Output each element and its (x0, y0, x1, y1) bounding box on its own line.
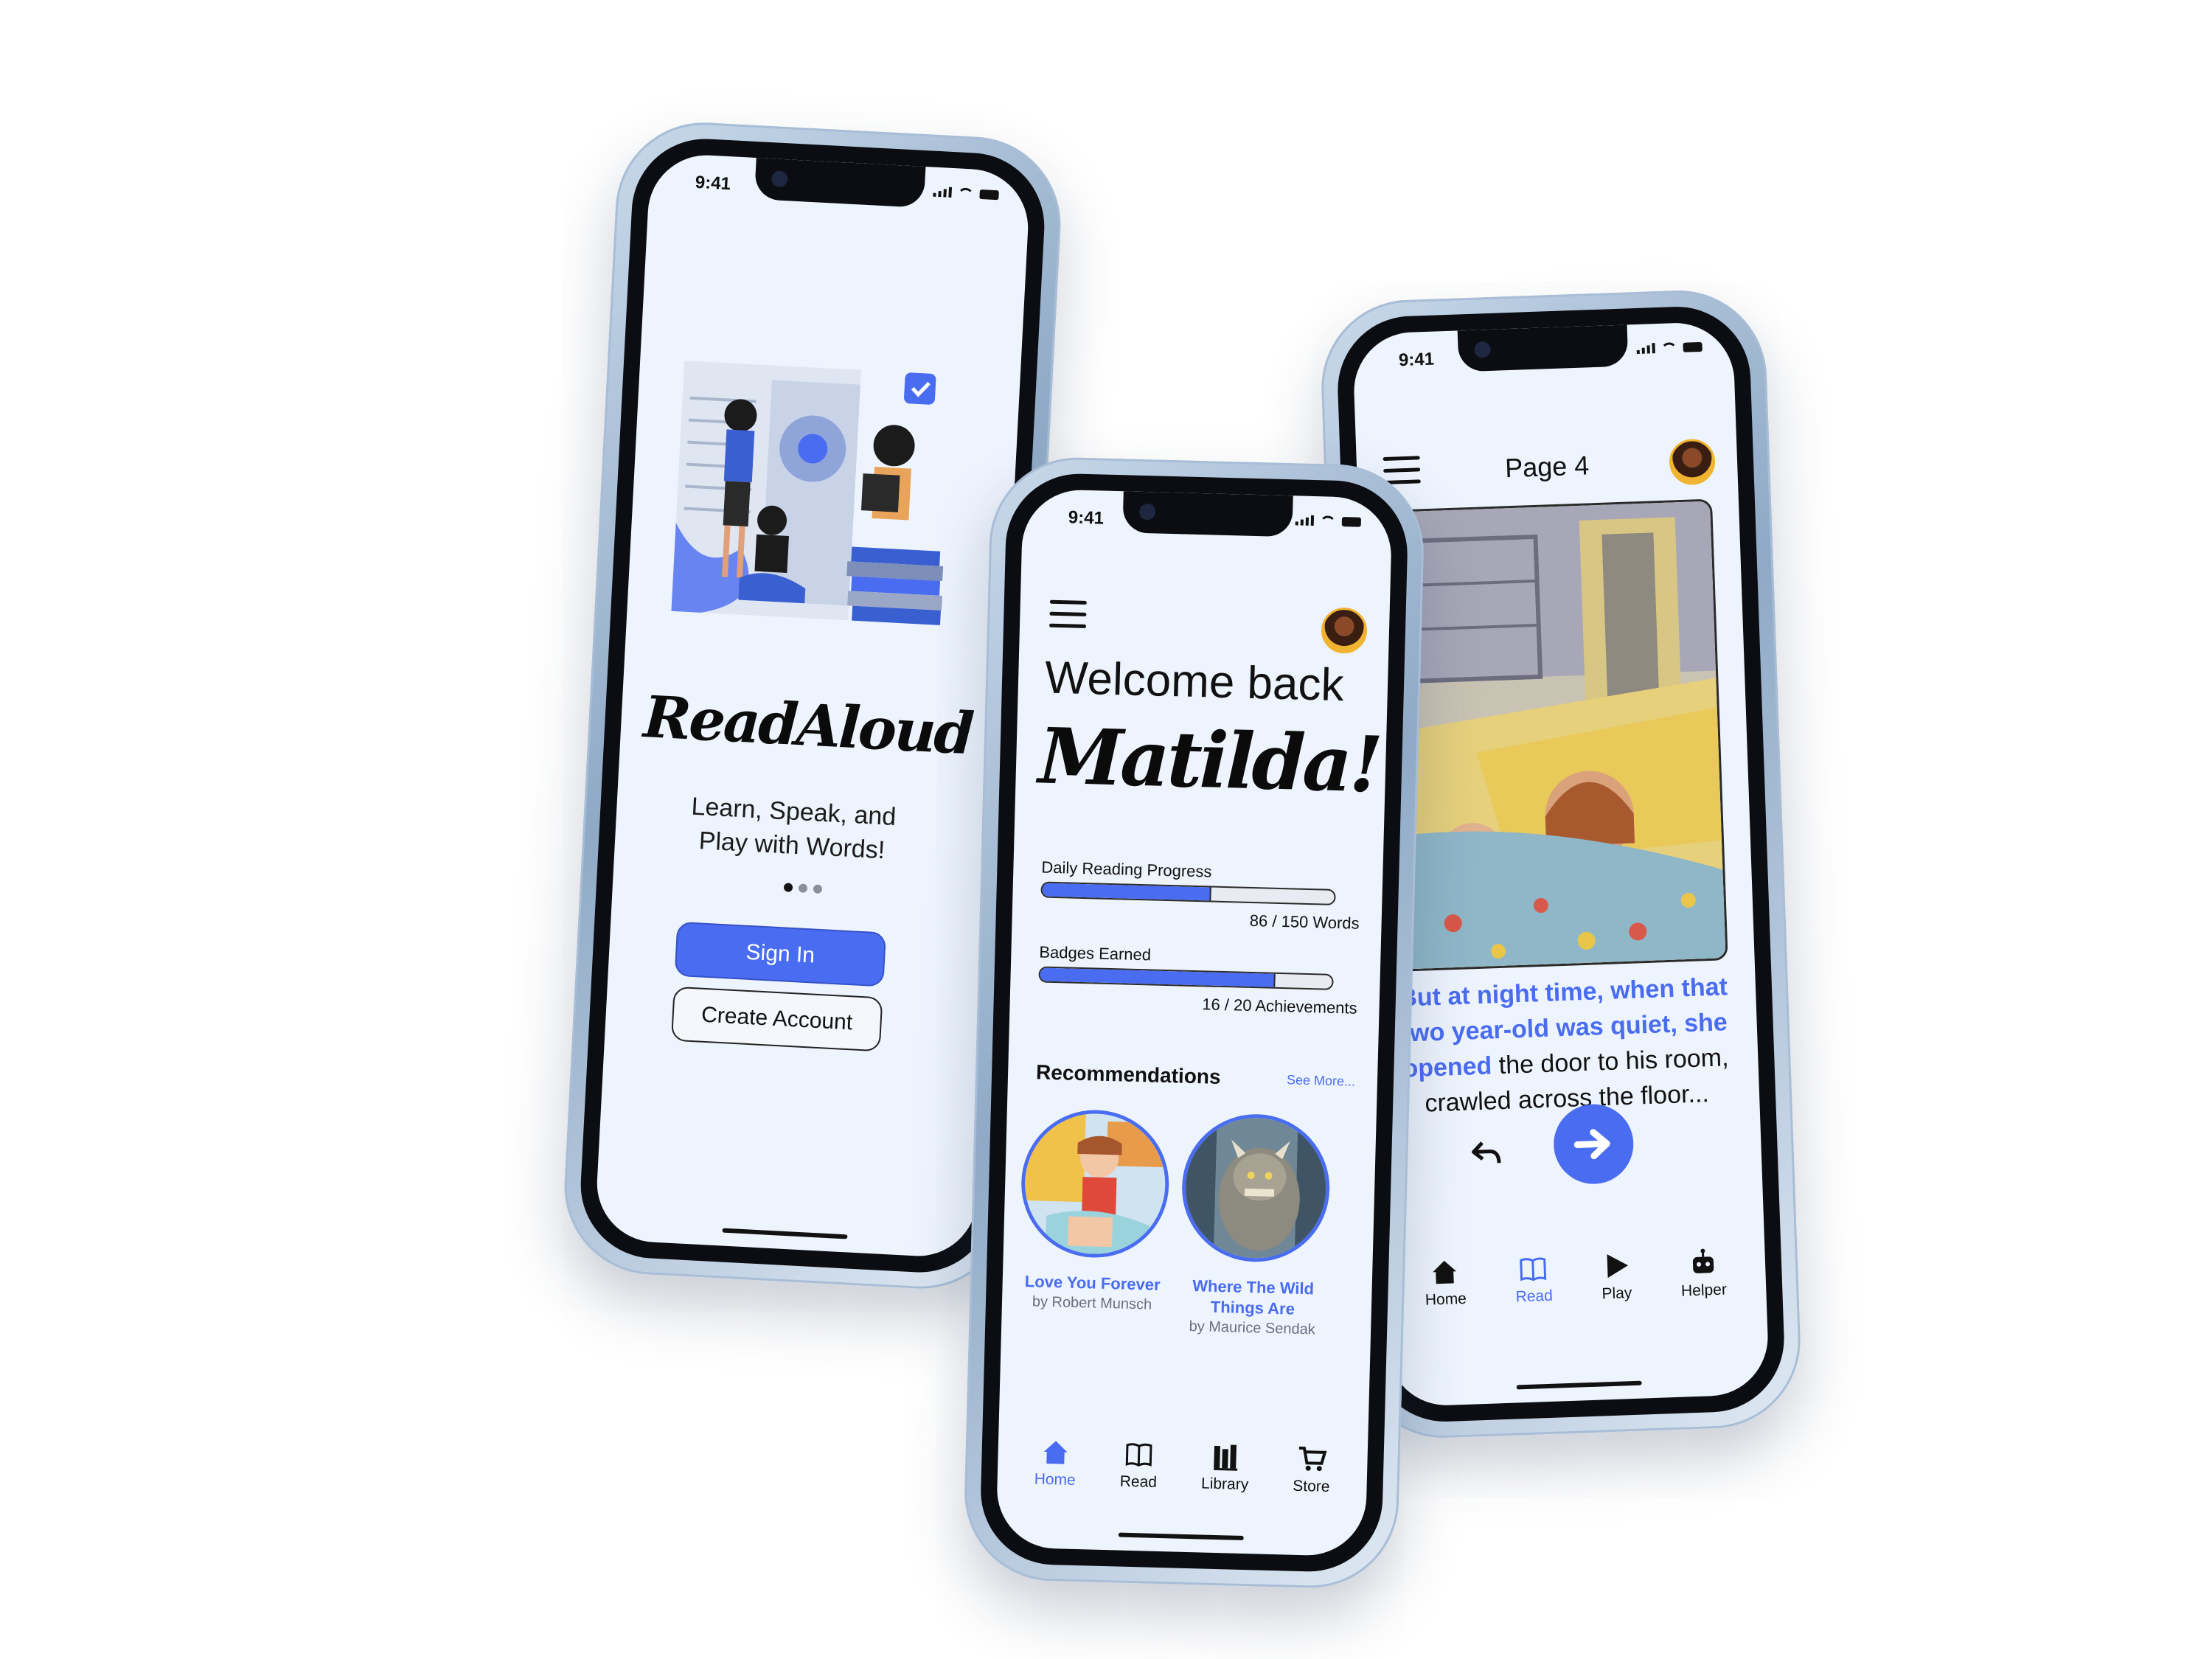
story-text: But at night time, when that two year-ol… (1389, 969, 1740, 1122)
book-author: by Robert Munsch (1032, 1293, 1152, 1313)
tab-bar: Home Read Play Helper (1385, 1246, 1767, 1311)
page-dot[interactable] (813, 884, 823, 894)
undo-back-icon[interactable] (1469, 1133, 1507, 1172)
tab-store[interactable]: Store (1293, 1444, 1331, 1496)
page-indicator (613, 874, 993, 902)
see-more-link[interactable]: See More... (1287, 1072, 1356, 1089)
book-card[interactable]: Love You Forever by Robert Munsch (1018, 1107, 1171, 1315)
home-indicator[interactable] (1516, 1380, 1642, 1390)
tagline: Learn, Speak, and Play with Words! (690, 792, 897, 865)
book-title: Where The Wild Things Are (1192, 1276, 1315, 1318)
tab-bar: Home Read Library Store (997, 1436, 1368, 1497)
home-icon (1043, 1441, 1068, 1464)
badges-value: 16 / 20 Achievements (1201, 995, 1357, 1018)
home-icon (1433, 1260, 1457, 1284)
signal-icon (1295, 515, 1315, 526)
tab-helper[interactable]: Helper (1680, 1248, 1727, 1301)
user-name: Matilda! (1037, 710, 1382, 810)
daily-progress-label: Daily Reading Progress (1041, 858, 1212, 881)
badges-progress-fill (1040, 967, 1276, 987)
arrow-right-icon (1573, 1129, 1610, 1160)
book-cover-where-the-wild-things-are (1180, 1112, 1332, 1264)
kids-reading-illustration (671, 361, 944, 625)
create-account-button[interactable]: Create Account (670, 986, 883, 1052)
cart-icon (1298, 1446, 1327, 1472)
badges-label: Badges Earned (1039, 942, 1152, 964)
status-time: 9:41 (695, 172, 731, 195)
book-author: by Maurice Sendak (1189, 1318, 1316, 1338)
daily-progress-fill (1042, 883, 1211, 901)
page-dot[interactable] (783, 883, 793, 892)
tab-read[interactable]: Read (1119, 1439, 1158, 1492)
status-time: 9:41 (1068, 507, 1105, 529)
recommendations-title: Recommendations (1035, 1060, 1221, 1088)
book-icon (1125, 1443, 1152, 1467)
home-screen: 9:41 Welcome back Matilda! Daily Reading… (995, 488, 1393, 1557)
notch (1121, 491, 1293, 538)
status-time: 9:41 (1398, 349, 1435, 371)
daily-progress-value: 86 / 150 Words (1249, 911, 1360, 933)
status-icons (1636, 341, 1703, 354)
battery-icon (979, 189, 999, 201)
daily-progress-bar (1040, 881, 1336, 905)
badges-progress-bar (1038, 966, 1334, 990)
avatar[interactable] (1669, 438, 1717, 486)
welcome-text: Welcome back (1044, 652, 1345, 712)
tab-home[interactable]: Home (1424, 1256, 1467, 1310)
status-icons (1295, 515, 1362, 527)
avatar[interactable] (1321, 607, 1368, 654)
notch (1457, 324, 1629, 372)
wifi-icon (1319, 515, 1337, 526)
status-icons (933, 187, 999, 201)
battery-icon (1341, 517, 1362, 527)
story-illustration (1377, 498, 1728, 973)
tab-play[interactable]: Play (1600, 1251, 1632, 1303)
signal-icon (1636, 343, 1655, 354)
wifi-icon (957, 187, 975, 199)
wifi-icon (1660, 342, 1677, 353)
book-card[interactable]: Where The Wild Things Are by Maurice Sen… (1178, 1112, 1332, 1340)
notch (754, 157, 926, 208)
tab-home[interactable]: Home (1034, 1437, 1077, 1489)
home-indicator[interactable] (1118, 1532, 1244, 1540)
tab-library[interactable]: Library (1201, 1441, 1250, 1494)
battery-icon (1683, 341, 1703, 352)
book-cover-love-you-forever (1019, 1107, 1171, 1260)
play-icon (1607, 1254, 1628, 1279)
sign-in-button[interactable]: Sign In (674, 921, 887, 987)
home-phone: 9:41 Welcome back Matilda! Daily Reading… (962, 455, 1426, 1590)
app-logo: ReadAloud (641, 684, 974, 768)
onboarding-screen: 9:41 ReadAloud Learn, Speak, and Play wi… (594, 152, 1032, 1259)
book-icon (1520, 1257, 1547, 1281)
tab-read[interactable]: Read (1514, 1253, 1554, 1307)
hamburger-menu-icon[interactable] (1048, 599, 1087, 630)
robot-icon (1692, 1248, 1714, 1273)
home-indicator[interactable] (722, 1228, 848, 1239)
library-icon (1213, 1444, 1237, 1471)
signal-icon (933, 187, 953, 198)
page-dot[interactable] (798, 883, 808, 893)
next-page-button[interactable] (1552, 1102, 1635, 1186)
